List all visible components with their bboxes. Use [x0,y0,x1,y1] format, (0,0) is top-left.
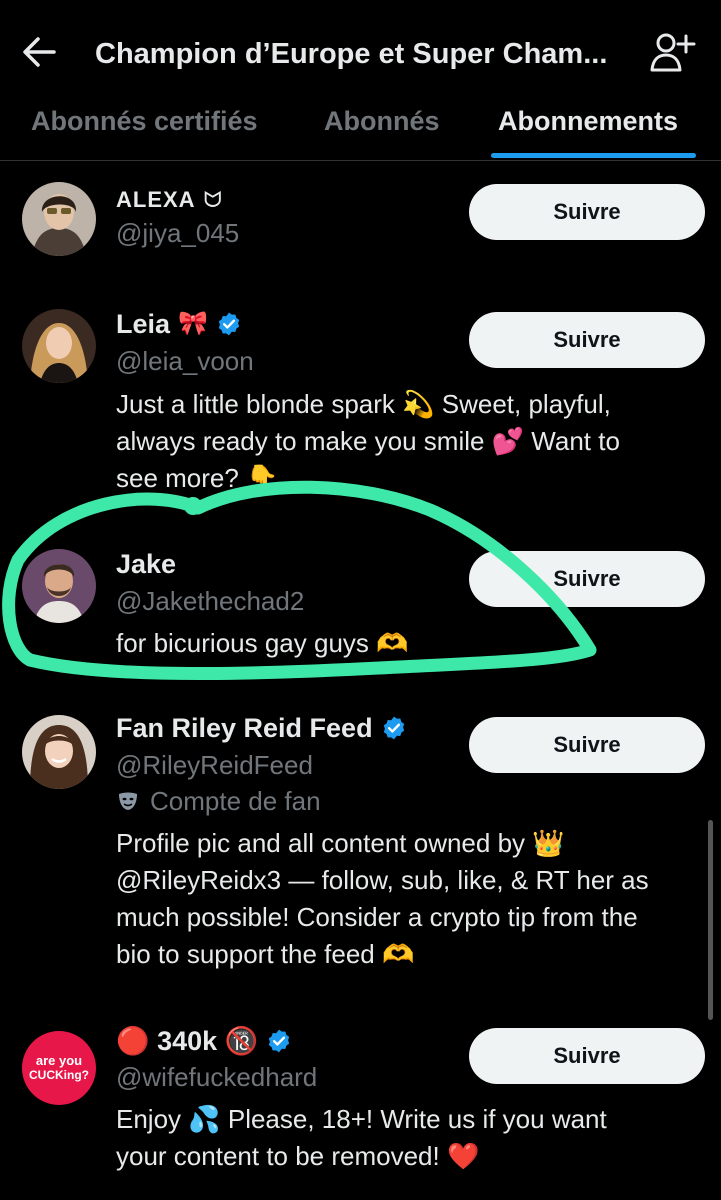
handle: @leia_voon [116,346,254,376]
bio-line: for bicurious gay guys 🫶 [116,628,409,658]
bio-line: see more? 👇 [116,463,279,493]
handle: @RileyReidFeed [116,750,313,780]
display-name: Jake [116,549,177,579]
handle: @wifefuckedhard [116,1062,318,1092]
scrollbar[interactable] [708,820,713,1020]
avatar[interactable] [22,182,96,256]
add-user-icon [650,33,696,72]
handle: @Jakethechad2 [116,586,305,616]
display-name: 🔴 340k 🔞 [116,1026,259,1056]
mask-icon [119,792,137,810]
follow-button[interactable]: Suivre [469,1028,705,1084]
follow-button[interactable]: Suivre [469,184,705,240]
tab-following[interactable]: Abonnements [498,92,678,160]
bio-line: always ready to make you smile 💕 Want to [116,426,620,456]
bio: Profile pic and all content owned by 👑 @… [116,825,706,973]
bio: for bicurious gay guys 🫶 [116,625,706,662]
bio-line: @RileyReidx3 — follow, sub, like, & RT h… [116,865,649,895]
bow-emoji: 🎀 [178,310,208,337]
bio: Enjoy 💦 Please, 18+! Write us if you wan… [116,1101,706,1175]
tab-followers[interactable]: Abonnés [324,92,440,160]
verified-badge-icon [218,312,240,336]
follow-button[interactable]: Suivre [469,551,705,607]
avatar-text-line: are you [35,1053,83,1068]
verified-badge-icon [383,716,404,740]
verified-badge-icon [269,1029,290,1053]
fan-account-label: Compte de fan [116,784,321,818]
page-title: Champion d’Europe et Super Cham... [95,38,608,70]
bio-line: bio to support the feed 🫶 [116,939,415,969]
display-name: Fan Riley Reid Feed [116,713,373,743]
avatar[interactable] [22,549,96,623]
add-user-button[interactable] [646,28,696,78]
follow-button[interactable]: Suivre [469,717,705,773]
avatar[interactable] [22,715,96,789]
bio: Just a little blonde spark 💫 Sweet, play… [116,386,706,497]
name-suffix: ᗢ [203,187,223,212]
avatar[interactable]: are you CUCKing? [22,1031,96,1105]
bio-line: much possible! Consider a crypto tip fro… [116,902,638,932]
avatar-text-line: CUCKing? [29,1068,89,1082]
handle: @jiya_045 [116,218,240,248]
tab-verified-followers[interactable]: Abonnés certifiés [31,92,258,160]
active-tab-indicator [491,153,696,158]
back-button[interactable] [18,30,62,74]
fan-account-text: Compte de fan [150,786,321,816]
bio-line: Enjoy 💦 Please, 18+! Write us if you wan… [116,1104,607,1134]
display-name: Leia [116,309,171,339]
avatar[interactable] [22,309,96,383]
bio-line: Just a little blonde spark 💫 Sweet, play… [116,389,611,419]
arrow-left-icon [23,37,56,67]
follow-button[interactable]: Suivre [469,312,705,368]
bio-line: Profile pic and all content owned by 👑 [116,828,565,858]
display-name: ALEXA [116,187,196,212]
bio-line: your content to be removed! ❤️ [116,1141,480,1171]
tab-bar: Abonnés certifiés Abonnés Abonnements [0,92,721,161]
